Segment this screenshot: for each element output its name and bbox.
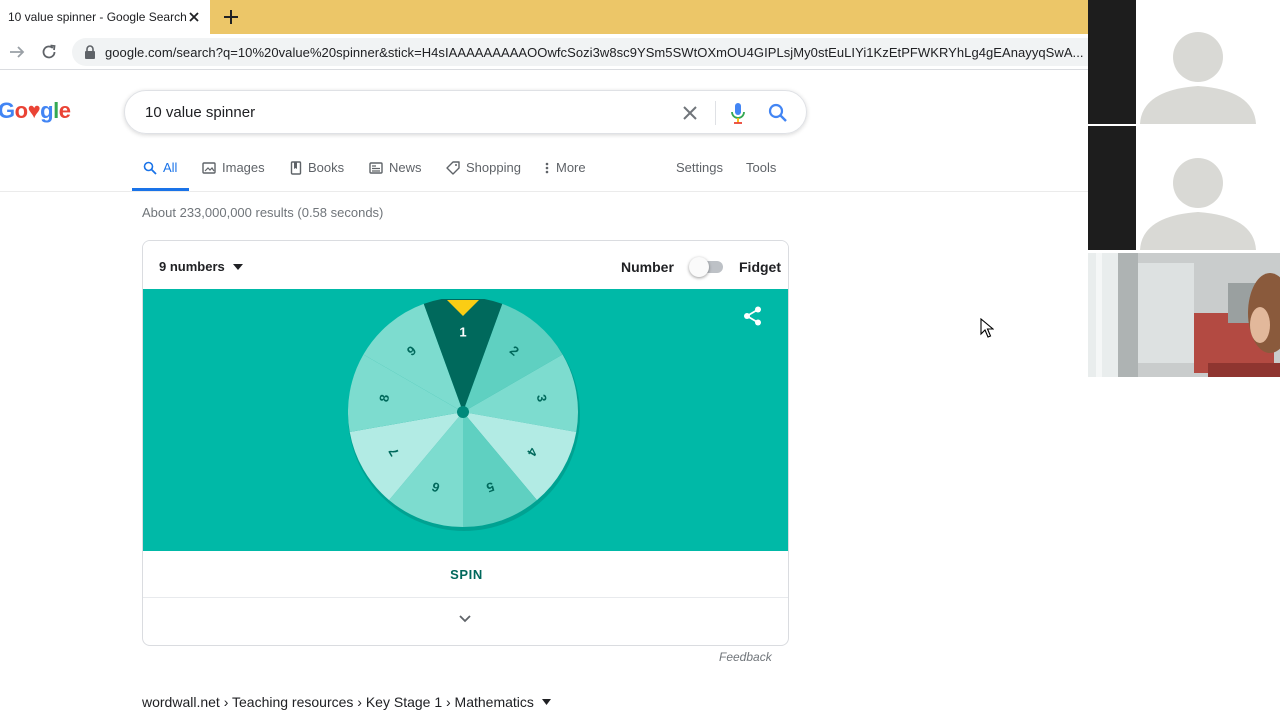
more-vertical-icon <box>545 162 549 173</box>
tab-title: 10 value spinner - Google Search <box>8 10 187 24</box>
spinner-stage: 123456789 <box>143 289 788 551</box>
participant-video[interactable] <box>1088 253 1280 377</box>
book-icon <box>290 160 302 175</box>
dropdown-arrow-icon <box>232 263 243 270</box>
result-stats: About 233,000,000 results (0.58 seconds) <box>142 205 384 220</box>
tab-images[interactable]: Images <box>202 160 265 175</box>
chevron-down-icon[interactable] <box>458 614 472 624</box>
search-icon <box>143 161 157 175</box>
lock-icon <box>85 45 95 59</box>
microphone-icon[interactable] <box>730 102 746 124</box>
number-label: Number <box>621 259 674 275</box>
spinner-header: 9 numbers Number Fidget <box>143 241 788 290</box>
video-call-panel <box>1088 0 1280 720</box>
avatar-placeholder-icon <box>1140 158 1256 250</box>
active-tab-indicator <box>132 188 189 191</box>
new-tab-icon[interactable] <box>222 8 240 26</box>
fidget-label: Fidget <box>739 259 781 275</box>
tab-shopping[interactable]: Shopping <box>446 160 521 175</box>
search-icon[interactable] <box>768 103 788 123</box>
url-text: google.com/search?q=10%20value%20spinner… <box>105 44 1084 60</box>
browser-toolbar: google.com/search?q=10%20value%20spinner… <box>0 34 1102 70</box>
feedback-link[interactable]: Feedback <box>719 650 772 664</box>
clear-search-icon[interactable] <box>681 104 699 122</box>
google-logo[interactable]: Go♥gle <box>0 98 71 124</box>
settings-link[interactable]: Settings <box>676 160 723 175</box>
wheel-segment-label: 1 <box>459 325 466 340</box>
reload-icon[interactable] <box>40 43 58 61</box>
divider <box>715 101 716 125</box>
forward-arrow-icon[interactable] <box>8 43 26 61</box>
spinner-card: 9 numbers Number Fidget 123456789 SPIN <box>142 240 789 646</box>
result-breadcrumb[interactable]: wordwall.net › Teaching resources › Key … <box>142 694 551 710</box>
tab-all[interactable]: All <box>143 160 177 175</box>
tag-icon <box>446 160 460 175</box>
number-fidget-toggle[interactable] <box>689 257 723 277</box>
spin-row: SPIN <box>143 551 788 598</box>
tab-books[interactable]: Books <box>290 160 344 175</box>
toggle-knob <box>689 257 709 277</box>
participant-tile[interactable] <box>1088 0 1280 124</box>
spinner-wheel[interactable]: 123456789 <box>348 299 588 549</box>
tab-news[interactable]: News <box>369 160 422 175</box>
browser-tab-strip: 10 value spinner - Google Search <box>0 0 1088 34</box>
search-tabs: All Images Books News Shopping More Sett… <box>0 150 1088 192</box>
image-icon <box>202 161 216 174</box>
share-icon[interactable] <box>742 305 764 327</box>
dropdown-arrow-icon[interactable] <box>541 699 551 705</box>
participant-tile[interactable] <box>1088 126 1280 250</box>
webcam-feed <box>1088 253 1280 377</box>
address-bar[interactable]: google.com/search?q=10%20value%20spinner… <box>72 38 1102 66</box>
screen: 10 value spinner - Google Search google.… <box>0 0 1280 720</box>
mouse-cursor-icon <box>980 318 994 338</box>
search-box[interactable]: 10 value spinner <box>124 90 807 134</box>
avatar-placeholder-icon <box>1140 32 1256 124</box>
spinner-mode-dropdown[interactable]: 9 numbers <box>159 259 243 274</box>
browser-tab[interactable]: 10 value spinner - Google Search <box>0 0 210 34</box>
tab-more[interactable]: More <box>544 160 586 175</box>
tools-link[interactable]: Tools <box>746 160 776 175</box>
news-icon <box>369 161 383 174</box>
search-input[interactable]: 10 value spinner <box>145 104 255 121</box>
spin-button[interactable]: SPIN <box>143 551 788 598</box>
close-tab-icon[interactable] <box>186 9 202 25</box>
wheel-hub <box>457 406 469 418</box>
